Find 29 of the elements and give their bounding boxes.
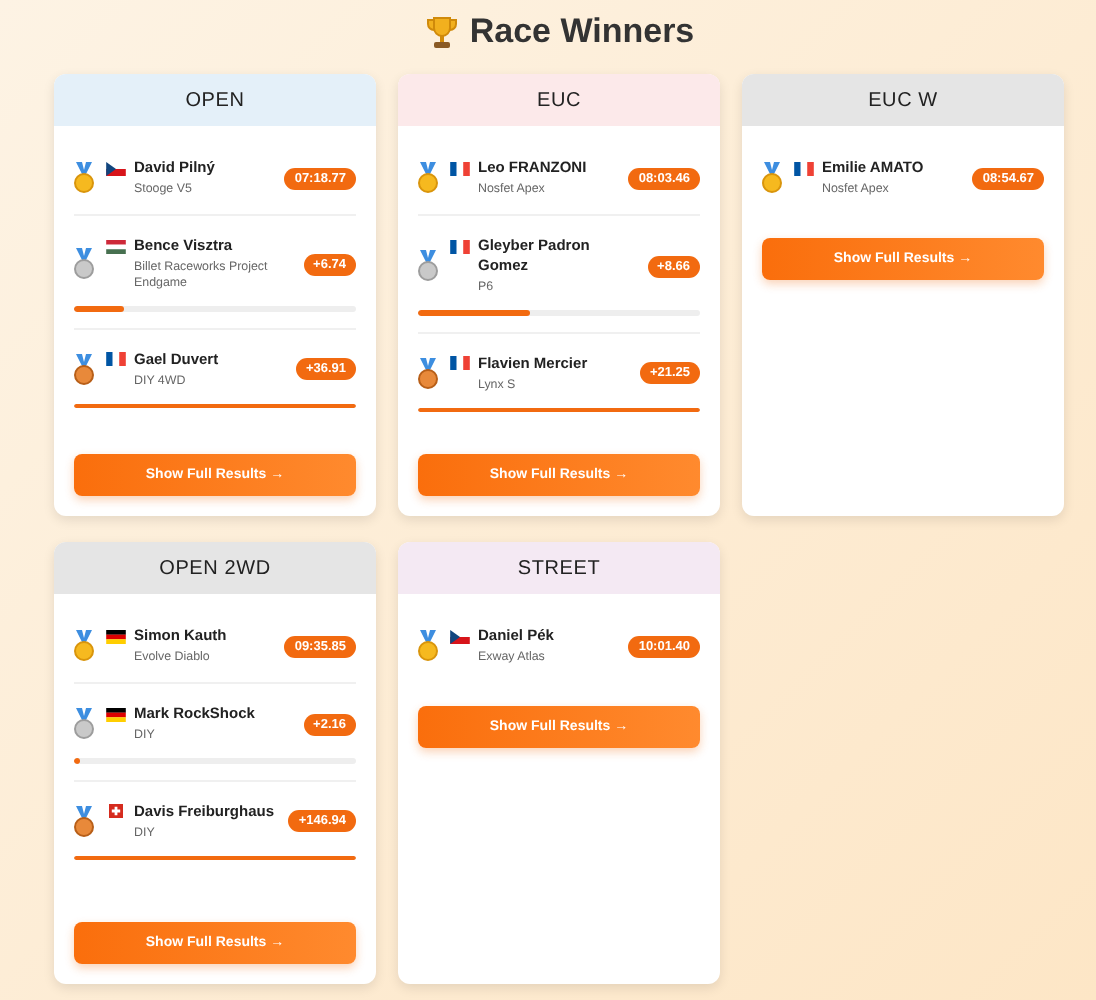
french-flag-icon [450, 239, 470, 253]
hungarian-flag-icon [106, 239, 126, 253]
french-flag-icon [450, 356, 470, 370]
trophy-icon [425, 15, 458, 49]
medal-icon [74, 353, 94, 385]
medal-icon [74, 805, 94, 837]
medal-icon [418, 162, 438, 194]
czech-flag-icon [106, 161, 126, 175]
medal-icon [418, 630, 438, 662]
medal-icon [418, 250, 438, 282]
french-flag-icon [794, 161, 814, 175]
category-header: OPEN 2WD [54, 542, 376, 594]
medal-icon [74, 162, 94, 194]
category-header: OPEN [54, 74, 376, 126]
category-header: EUC [398, 74, 720, 126]
french-flag-icon [106, 352, 126, 366]
medal-icon [74, 708, 94, 740]
swiss-flag-icon [106, 804, 126, 818]
page-title: Race Winners [469, 12, 695, 52]
medal-icon [74, 248, 94, 280]
category-header: STREET [398, 542, 720, 594]
medal-icon [418, 357, 438, 389]
medal-icon [74, 630, 94, 662]
german-flag-icon [106, 707, 126, 721]
category-header: EUC W [742, 74, 1064, 126]
czech-flag-icon [450, 629, 470, 643]
french-flag-icon [450, 161, 470, 175]
medal-icon [762, 162, 782, 194]
german-flag-icon [106, 629, 126, 643]
